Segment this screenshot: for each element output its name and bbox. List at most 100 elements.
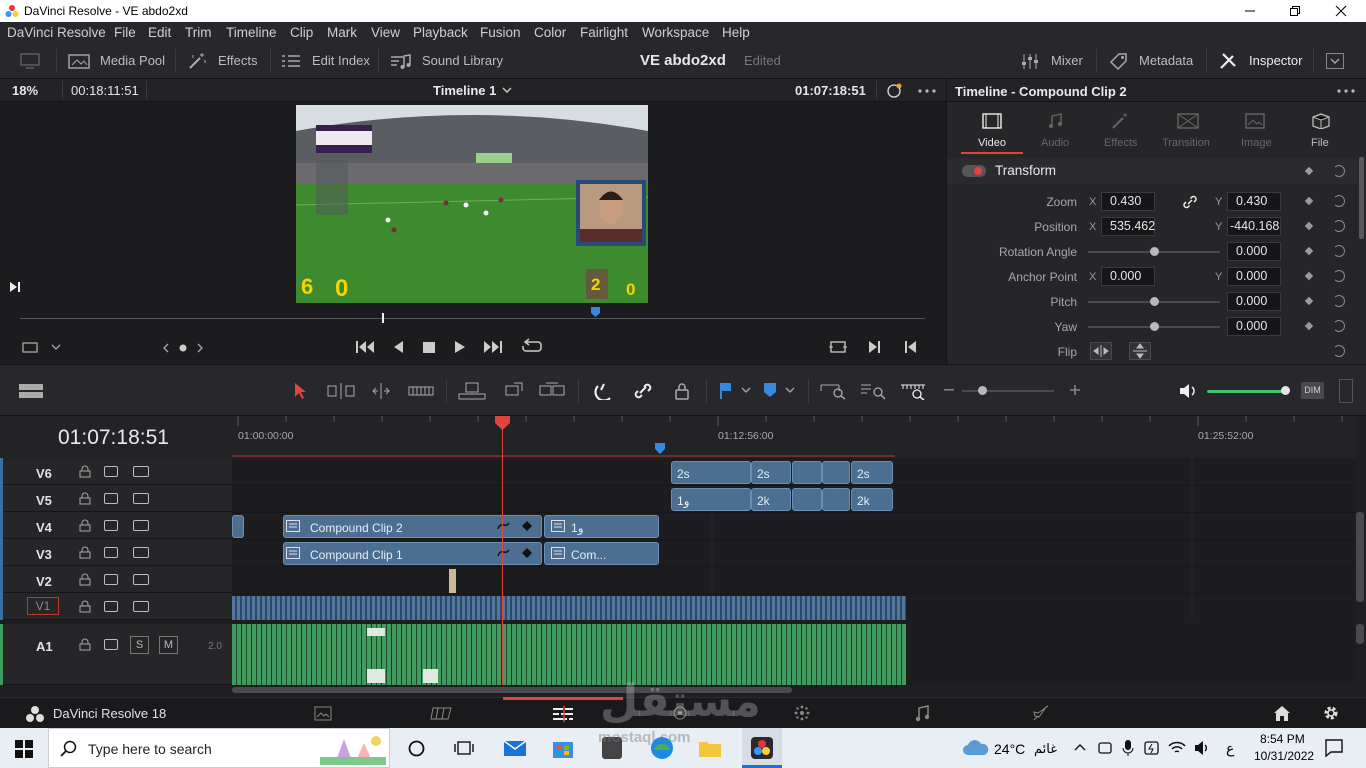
audio-tab-icon[interactable] <box>1047 113 1063 129</box>
track-header-v1[interactable]: V1 <box>0 593 232 620</box>
panel-layout-icon[interactable] <box>20 53 40 69</box>
reset-icon[interactable] <box>1333 220 1345 232</box>
jog-wheel-icon[interactable] <box>162 343 204 353</box>
keyframe-diamond-icon[interactable] <box>1304 271 1314 281</box>
video-lanes[interactable]: 2s 2s 2s 1ﻭ 2k 2k Compound Clip 2 1ﻭ Com… <box>232 458 1356 620</box>
media-pool-button[interactable]: Media Pool <box>100 53 165 68</box>
volume-icon[interactable] <box>1178 382 1198 400</box>
menu-file[interactable]: File <box>114 25 136 40</box>
deliver-page-icon[interactable] <box>1032 705 1050 722</box>
menu-fusion[interactable]: Fusion <box>480 25 521 40</box>
auto-select-icon[interactable] <box>104 574 118 585</box>
track-header-v3[interactable]: V3 <box>0 539 232 566</box>
effects-overlay-icon[interactable] <box>885 82 903 99</box>
track-enable-icon[interactable] <box>133 520 149 531</box>
microphone-icon[interactable] <box>1122 739 1134 757</box>
menu-mark[interactable]: Mark <box>327 25 357 40</box>
search-icon[interactable] <box>60 740 78 758</box>
jump-to-end-icon[interactable] <box>483 340 503 354</box>
previous-edit-icon[interactable] <box>904 340 918 354</box>
flag-icon[interactable] <box>719 382 733 399</box>
volume-slider[interactable] <box>1207 390 1287 393</box>
safe-area-icon[interactable] <box>21 341 39 354</box>
zoom-detail-icon[interactable] <box>860 382 888 400</box>
tab-effects[interactable]: Effects <box>1104 137 1137 149</box>
play-reverse-icon[interactable] <box>392 340 404 354</box>
effects-tab-icon[interactable] <box>1111 112 1129 130</box>
anchor-y-field[interactable]: 0.000 <box>1227 267 1281 286</box>
inspector-options-icon[interactable] <box>1337 89 1355 93</box>
track-header-v6[interactable]: V6 <box>0 458 232 485</box>
cortana-icon[interactable] <box>408 740 425 757</box>
blade-tool-icon[interactable] <box>408 382 434 400</box>
anchor-x-field[interactable]: 0.000 <box>1101 267 1155 286</box>
timeline-zoom-slider[interactable] <box>962 390 1054 392</box>
next-edit-icon[interactable] <box>868 340 882 354</box>
replace-clip-icon[interactable] <box>538 381 566 401</box>
audio-clip-a1[interactable] <box>232 624 906 685</box>
clip-effect-keyframe-icon[interactable] <box>497 547 537 559</box>
file-explorer-icon[interactable] <box>698 738 722 758</box>
video-tab-icon[interactable] <box>982 113 1002 129</box>
menu-clip[interactable]: Clip <box>290 25 313 40</box>
sound-library-icon[interactable] <box>390 53 412 70</box>
zoom-custom-icon[interactable] <box>900 382 928 400</box>
inspector-button[interactable]: Inspector <box>1249 53 1302 68</box>
cut-page-icon[interactable] <box>430 706 456 721</box>
auto-select-icon[interactable] <box>104 547 118 558</box>
auto-select-icon[interactable] <box>104 520 118 531</box>
reset-icon[interactable] <box>1333 270 1345 282</box>
chevron-up-icon[interactable] <box>1074 743 1086 751</box>
timeline-zoom-knob[interactable] <box>978 386 987 395</box>
metadata-button[interactable]: Metadata <box>1139 53 1193 68</box>
tab-file[interactable]: File <box>1311 137 1329 149</box>
color-page-icon[interactable] <box>793 705 811 722</box>
clip-v5-gap[interactable] <box>792 488 822 511</box>
clip-v6-a[interactable]: 2s <box>671 461 751 484</box>
fairlight-page-icon[interactable] <box>914 705 930 722</box>
clip-v6-gap[interactable] <box>792 461 822 484</box>
menu-edit[interactable]: Edit <box>148 25 171 40</box>
match-frame-icon[interactable] <box>828 340 848 354</box>
battery-icon[interactable] <box>1144 739 1160 757</box>
loop-icon[interactable] <box>521 338 543 356</box>
clip-v4-start[interactable] <box>232 515 244 538</box>
track-header-v5[interactable]: V5 <box>0 485 232 512</box>
wifi-icon[interactable] <box>1168 739 1186 757</box>
clip-v5-c[interactable]: 2k <box>851 488 893 511</box>
menu-view[interactable]: View <box>371 25 400 40</box>
trim-edit-icon[interactable] <box>327 382 355 400</box>
chevron-down-icon[interactable] <box>502 87 512 94</box>
lock-icon[interactable] <box>79 519 91 532</box>
metadata-icon[interactable] <box>1109 52 1129 70</box>
keyframe-diamond-icon[interactable] <box>1304 246 1314 256</box>
yaw-slider-knob[interactable] <box>1150 322 1159 331</box>
track-enable-icon[interactable] <box>133 574 149 585</box>
transition-tab-icon[interactable] <box>1177 113 1199 129</box>
menu-timeline[interactable]: Timeline <box>226 25 277 40</box>
keyframe-diamond-icon[interactable] <box>1304 296 1314 306</box>
weather-cloud-icon[interactable] <box>962 738 990 758</box>
position-x-field[interactable]: 535.462 <box>1101 217 1155 236</box>
zoom-full-icon[interactable] <box>820 382 848 400</box>
clip-v2-a[interactable] <box>449 569 456 593</box>
clip-v1-strip[interactable] <box>232 596 906 620</box>
clip-v5-gap2[interactable] <box>822 488 850 511</box>
expand-panel-icon[interactable] <box>1326 53 1344 69</box>
zoom-x-field[interactable]: 0.430 <box>1101 192 1155 211</box>
track-enable-icon[interactable] <box>133 601 149 612</box>
lock-icon[interactable] <box>79 492 91 505</box>
inspector-scrollbar[interactable] <box>1359 157 1364 239</box>
viewer-options-icon[interactable] <box>918 89 936 93</box>
menu-playback[interactable]: Playback <box>413 25 468 40</box>
video-track-scrollbar[interactable] <box>1356 512 1364 602</box>
timeline-selector[interactable]: Timeline 1 <box>433 83 496 98</box>
windows-start-icon[interactable] <box>15 740 33 758</box>
notifications-icon[interactable] <box>1325 739 1343 757</box>
davinci-taskbar-icon[interactable] <box>750 736 774 760</box>
maximize-icon[interactable] <box>1289 5 1301 17</box>
timeline-playhead[interactable] <box>502 416 503 685</box>
keyframe-diamond-icon[interactable] <box>1304 221 1314 231</box>
reset-icon[interactable] <box>1333 320 1345 332</box>
media-pool-icon[interactable] <box>68 52 90 69</box>
